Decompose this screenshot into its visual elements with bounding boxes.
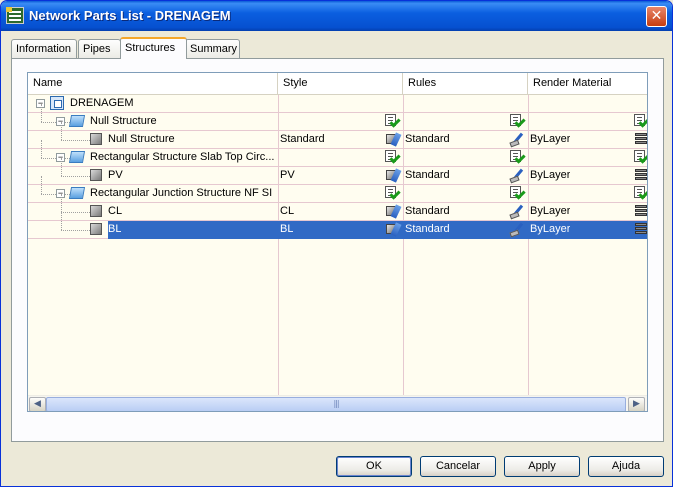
material-checklist-icon[interactable] <box>634 186 647 201</box>
style-checklist-icon[interactable] <box>385 186 401 201</box>
scroll-left-button[interactable]: ◀ <box>29 397 46 411</box>
row-rules[interactable]: Standard <box>405 223 450 235</box>
folder-icon <box>68 115 86 127</box>
table-row[interactable]: PV PV Standard ByLayer <box>28 158 647 185</box>
tree-connector <box>41 176 42 194</box>
row-style[interactable]: CL <box>280 205 294 217</box>
row-render-material[interactable]: ByLayer <box>530 133 570 145</box>
row-name: Null Structure <box>108 133 175 145</box>
row-name: Null Structure <box>90 115 157 127</box>
style-checklist-icon[interactable] <box>385 114 401 129</box>
column-header-name[interactable]: Name <box>28 73 278 95</box>
material-checklist-icon[interactable] <box>634 114 647 129</box>
table-row[interactable]: CL CL Standard ByLayer <box>28 194 647 221</box>
horizontal-scrollbar[interactable]: ◀ ||| ▶ <box>28 395 647 411</box>
style-editor-icon[interactable] <box>385 204 402 219</box>
rules-checklist-icon[interactable] <box>510 150 526 165</box>
tree-connector <box>61 176 90 177</box>
table-row[interactable]: − Null Structure <box>28 104 647 131</box>
network-icon <box>50 96 64 110</box>
tab-structures[interactable]: Structures <box>120 37 187 59</box>
ok-button[interactable]: OK <box>336 456 412 477</box>
cube-icon <box>90 133 102 145</box>
row-style[interactable]: BL <box>280 223 293 235</box>
tab-summary[interactable]: Summary <box>185 39 240 58</box>
row-name: CL <box>108 205 123 217</box>
row-rules[interactable]: Standard <box>405 133 450 145</box>
table-row[interactable]: BL BL Standard ByLayer <box>28 212 647 239</box>
cancel-button[interactable]: Cancelar <box>420 456 496 477</box>
cube-icon <box>90 169 102 181</box>
table-row[interactable]: − DRENAGEM <box>28 95 647 113</box>
row-name: DRENAGEM <box>70 97 134 109</box>
help-button[interactable]: Ajuda <box>588 456 664 477</box>
row-style[interactable]: PV <box>280 169 295 181</box>
apply-button[interactable]: Apply <box>504 456 580 477</box>
material-layers-icon[interactable] <box>634 168 647 183</box>
structures-tab-panel: Name Style Rules Render Material − DRENAG… <box>11 58 664 442</box>
tree-connector <box>61 212 90 213</box>
row-name: Rectangular Junction Structure NF SI <box>90 187 273 199</box>
tab-pipes[interactable]: Pipes <box>78 39 121 58</box>
close-button[interactable]: ✕ <box>646 6 667 27</box>
row-name: PV <box>108 169 123 181</box>
style-editor-icon[interactable] <box>385 222 402 237</box>
folder-icon <box>68 151 86 163</box>
rules-editor-icon[interactable] <box>509 132 526 148</box>
dialog-window: Network Parts List - DRENAGEM ✕ Informat… <box>0 0 673 487</box>
grid-rows: − DRENAGEM − Null Structure Null Structure St… <box>28 95 647 395</box>
tree-connector <box>41 140 42 158</box>
column-header-style[interactable]: Style <box>278 73 403 95</box>
material-layers-icon[interactable] <box>634 222 647 237</box>
style-checklist-icon[interactable] <box>385 150 401 165</box>
row-render-material[interactable]: ByLayer <box>530 205 570 217</box>
row-rules[interactable]: Standard <box>405 169 450 181</box>
rules-editor-icon[interactable] <box>509 222 526 238</box>
column-header-render-material[interactable]: Render Material <box>528 73 647 95</box>
rules-editor-icon[interactable] <box>509 168 526 184</box>
rules-checklist-icon[interactable] <box>510 186 526 201</box>
style-editor-icon[interactable] <box>385 132 402 147</box>
row-name: BL <box>108 223 122 235</box>
material-layers-icon[interactable] <box>634 132 647 147</box>
rules-editor-icon[interactable] <box>509 204 526 220</box>
tree-connector <box>61 158 62 176</box>
material-checklist-icon[interactable] <box>634 150 647 165</box>
app-icon <box>6 7 24 24</box>
material-layers-icon[interactable] <box>634 204 647 219</box>
tree-connector <box>61 212 62 230</box>
folder-icon <box>68 187 86 199</box>
window-title: Network Parts List - DRENAGEM <box>29 8 231 23</box>
tree-connector <box>61 140 90 141</box>
table-row[interactable]: Null Structure Standard Standard ByLayer <box>28 122 647 149</box>
scroll-right-button[interactable]: ▶ <box>628 397 645 411</box>
tree-connector <box>61 230 90 231</box>
tree-connector <box>41 104 42 122</box>
table-row[interactable]: − Rectangular Junction Structure NF SI <box>28 176 647 203</box>
row-style[interactable]: Standard <box>280 133 325 145</box>
rules-checklist-icon[interactable] <box>510 114 526 129</box>
table-row[interactable]: − Rectangular Structure Slab Top Circ... <box>28 140 647 167</box>
cube-icon <box>90 205 102 217</box>
structures-grid: Name Style Rules Render Material − DRENAG… <box>27 72 648 412</box>
scroll-thumb[interactable]: ||| <box>46 397 626 411</box>
tree-connector <box>61 194 62 212</box>
style-editor-icon[interactable] <box>385 168 402 183</box>
row-name: Rectangular Structure Slab Top Circ... <box>90 151 274 163</box>
row-render-material[interactable]: ByLayer <box>530 223 570 235</box>
title-bar[interactable]: Network Parts List - DRENAGEM ✕ <box>1 1 672 31</box>
grid-header: Name Style Rules Render Material <box>28 73 647 95</box>
row-render-material[interactable]: ByLayer <box>530 169 570 181</box>
row-rules[interactable]: Standard <box>405 205 450 217</box>
tab-information[interactable]: Information <box>11 39 77 58</box>
column-header-rules[interactable]: Rules <box>403 73 528 95</box>
cube-icon <box>90 223 102 235</box>
tree-connector <box>61 122 62 140</box>
